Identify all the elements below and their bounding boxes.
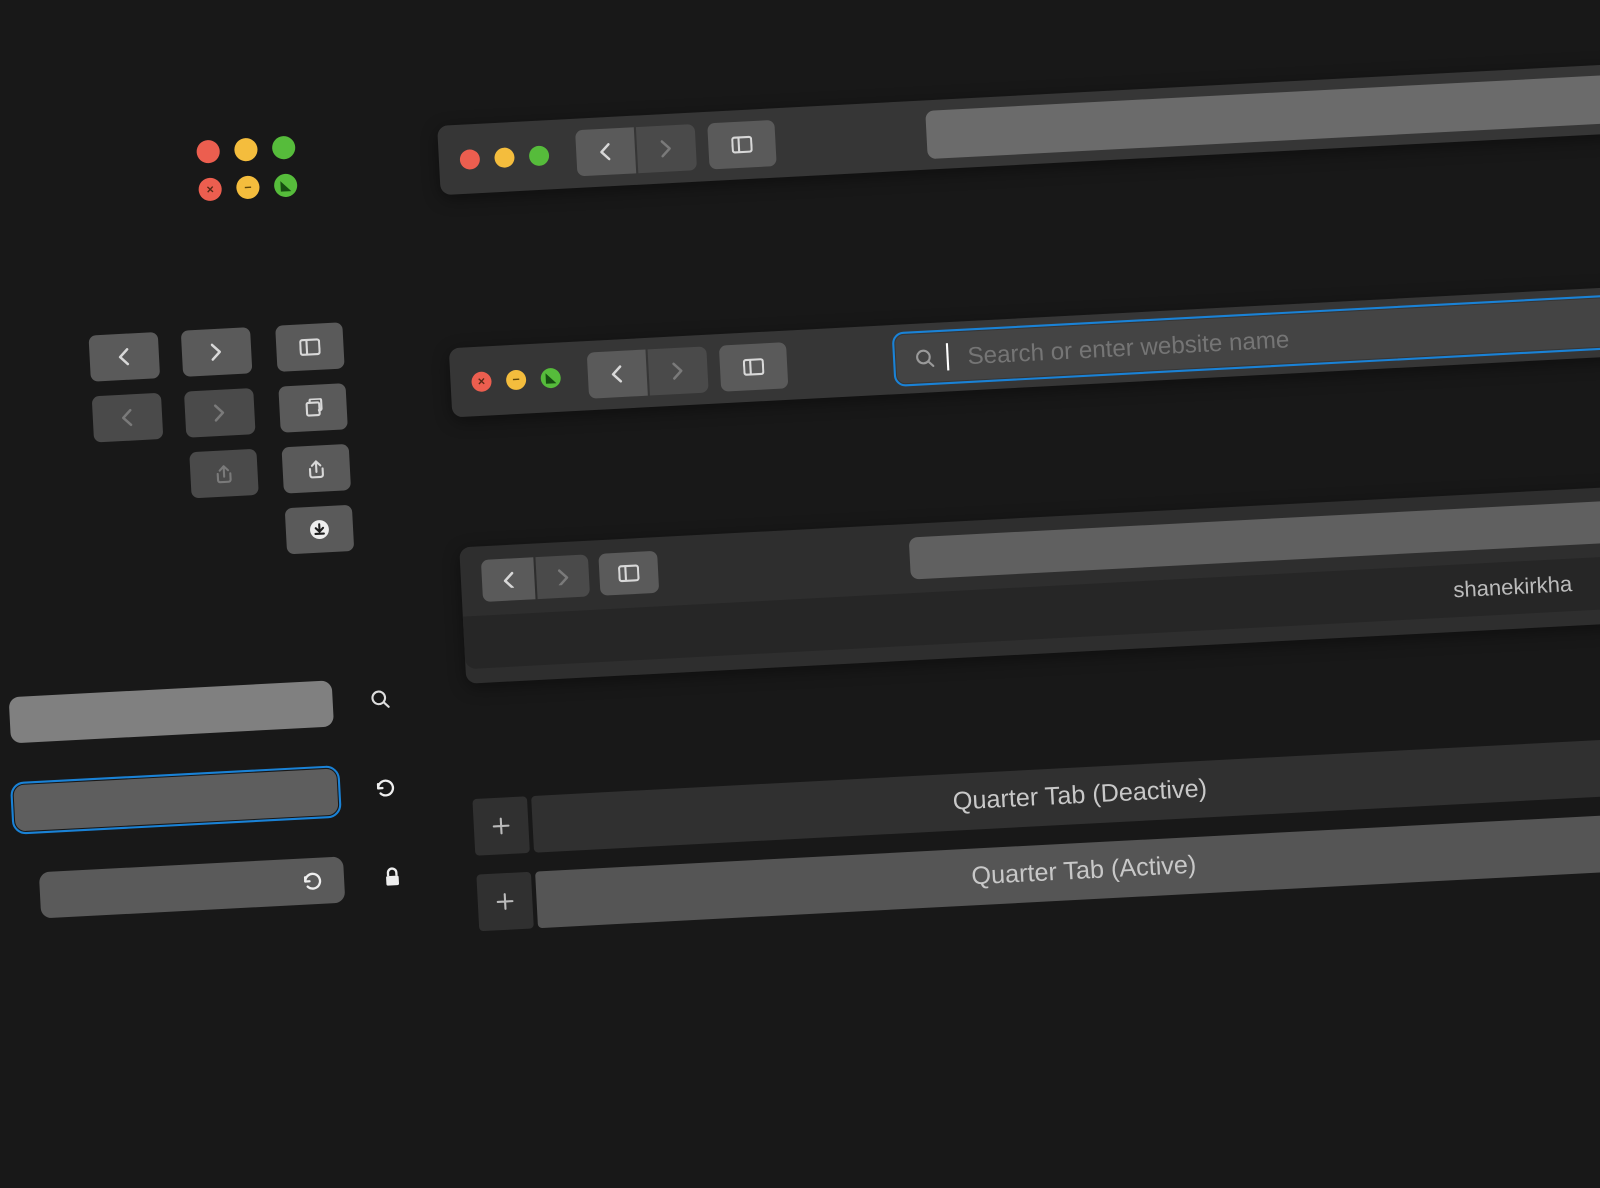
share-icon: [214, 463, 234, 484]
safari-toolbar-inactive: shanekirkha: [459, 476, 1600, 684]
zoom-dot[interactable]: ◣: [540, 367, 561, 388]
minimize-icon: −: [512, 373, 520, 386]
search-icon: [370, 689, 394, 713]
nav-forward-button-disabled: [184, 388, 256, 438]
chevron-left-icon: [115, 347, 133, 367]
nav-segment: [575, 124, 697, 176]
minimize-dot[interactable]: −: [506, 369, 527, 390]
lock-icon: [381, 866, 403, 888]
traffic-lights-hover: × − ◣: [198, 173, 298, 201]
new-tab-button[interactable]: [472, 796, 529, 855]
close-icon: ×: [206, 183, 214, 196]
tab-label: shanekirkha: [1453, 572, 1573, 603]
minimize-dot[interactable]: [494, 147, 515, 168]
share-button[interactable]: [282, 444, 352, 494]
chevron-right-icon: [555, 568, 571, 586]
sidebar-icon: [743, 357, 765, 377]
chevron-right-icon: [211, 403, 229, 423]
zoom-dot[interactable]: [272, 136, 296, 160]
downloads-button[interactable]: [285, 505, 355, 555]
safari-toolbar-default: [437, 55, 1600, 196]
address-pill[interactable]: [9, 680, 334, 743]
search-icon: [915, 348, 935, 368]
plus-icon: [494, 890, 516, 912]
sidebar-icon: [618, 563, 640, 583]
minimize-dot-hover[interactable]: −: [236, 175, 260, 199]
nav-back-button-disabled: [92, 393, 164, 443]
address-pill-focused[interactable]: [13, 768, 338, 831]
search-input[interactable]: [965, 298, 1600, 371]
nav-forward-button-disabled: [648, 346, 709, 395]
new-tab-button[interactable]: [476, 872, 533, 931]
address-pill-reload[interactable]: [39, 856, 346, 918]
sidebar-button[interactable]: [275, 322, 345, 372]
zoom-dot[interactable]: [529, 145, 550, 166]
sidebar-button[interactable]: [719, 342, 789, 392]
chevron-left-icon: [597, 142, 615, 162]
nav-forward-button-disabled: [535, 554, 590, 599]
close-dot-hover[interactable]: ×: [198, 177, 222, 201]
download-icon: [308, 519, 330, 541]
chevron-right-icon: [208, 342, 226, 362]
nav-back-button[interactable]: [89, 332, 161, 382]
chevron-left-icon: [119, 408, 137, 428]
minimize-icon: −: [244, 181, 252, 194]
share-icon: [306, 458, 326, 479]
nav-back-button[interactable]: [587, 350, 648, 399]
nav-forward-button-disabled: [636, 124, 697, 173]
tabs-icon: [302, 398, 324, 418]
close-dot[interactable]: [459, 148, 480, 169]
sidebar-button[interactable]: [598, 551, 659, 596]
nav-back-button[interactable]: [481, 557, 536, 602]
chevron-right-icon: [669, 361, 687, 381]
nav-segment: [587, 346, 709, 398]
zoom-dot-hover[interactable]: ◣: [274, 173, 298, 197]
sidebar-icon: [299, 337, 321, 357]
safari-toolbar-focused: × − ◣: [449, 277, 1600, 418]
nav-back-button[interactable]: [575, 127, 636, 176]
zoom-icon: ◣: [546, 371, 556, 384]
share-button-disabled: [189, 449, 259, 499]
chevron-left-icon: [608, 364, 626, 384]
tab-label: Quarter Tab (Deactive): [952, 774, 1208, 817]
traffic-lights: [459, 145, 549, 170]
close-icon: ×: [477, 375, 485, 388]
nav-segment: [481, 554, 590, 602]
zoom-icon: ◣: [280, 179, 290, 192]
text-caret: [946, 343, 950, 370]
sidebar-button[interactable]: [707, 120, 777, 170]
close-dot[interactable]: [196, 139, 220, 163]
plus-icon: [490, 815, 512, 837]
nav-forward-button[interactable]: [181, 327, 253, 377]
reload-icon[interactable]: [302, 870, 324, 892]
tab-label: Quarter Tab (Active): [971, 851, 1197, 892]
close-dot[interactable]: ×: [471, 371, 492, 392]
traffic-lights-hover: × − ◣: [471, 367, 561, 392]
minimize-dot[interactable]: [234, 138, 258, 162]
chevron-left-icon: [500, 571, 516, 589]
address-field[interactable]: [925, 66, 1600, 159]
address-field-focused[interactable]: [895, 288, 1600, 383]
tabs-button[interactable]: [278, 383, 348, 433]
traffic-lights-default: [196, 136, 296, 164]
sidebar-icon: [731, 135, 753, 155]
reload-icon[interactable]: [375, 777, 399, 801]
chevron-right-icon: [658, 139, 676, 159]
